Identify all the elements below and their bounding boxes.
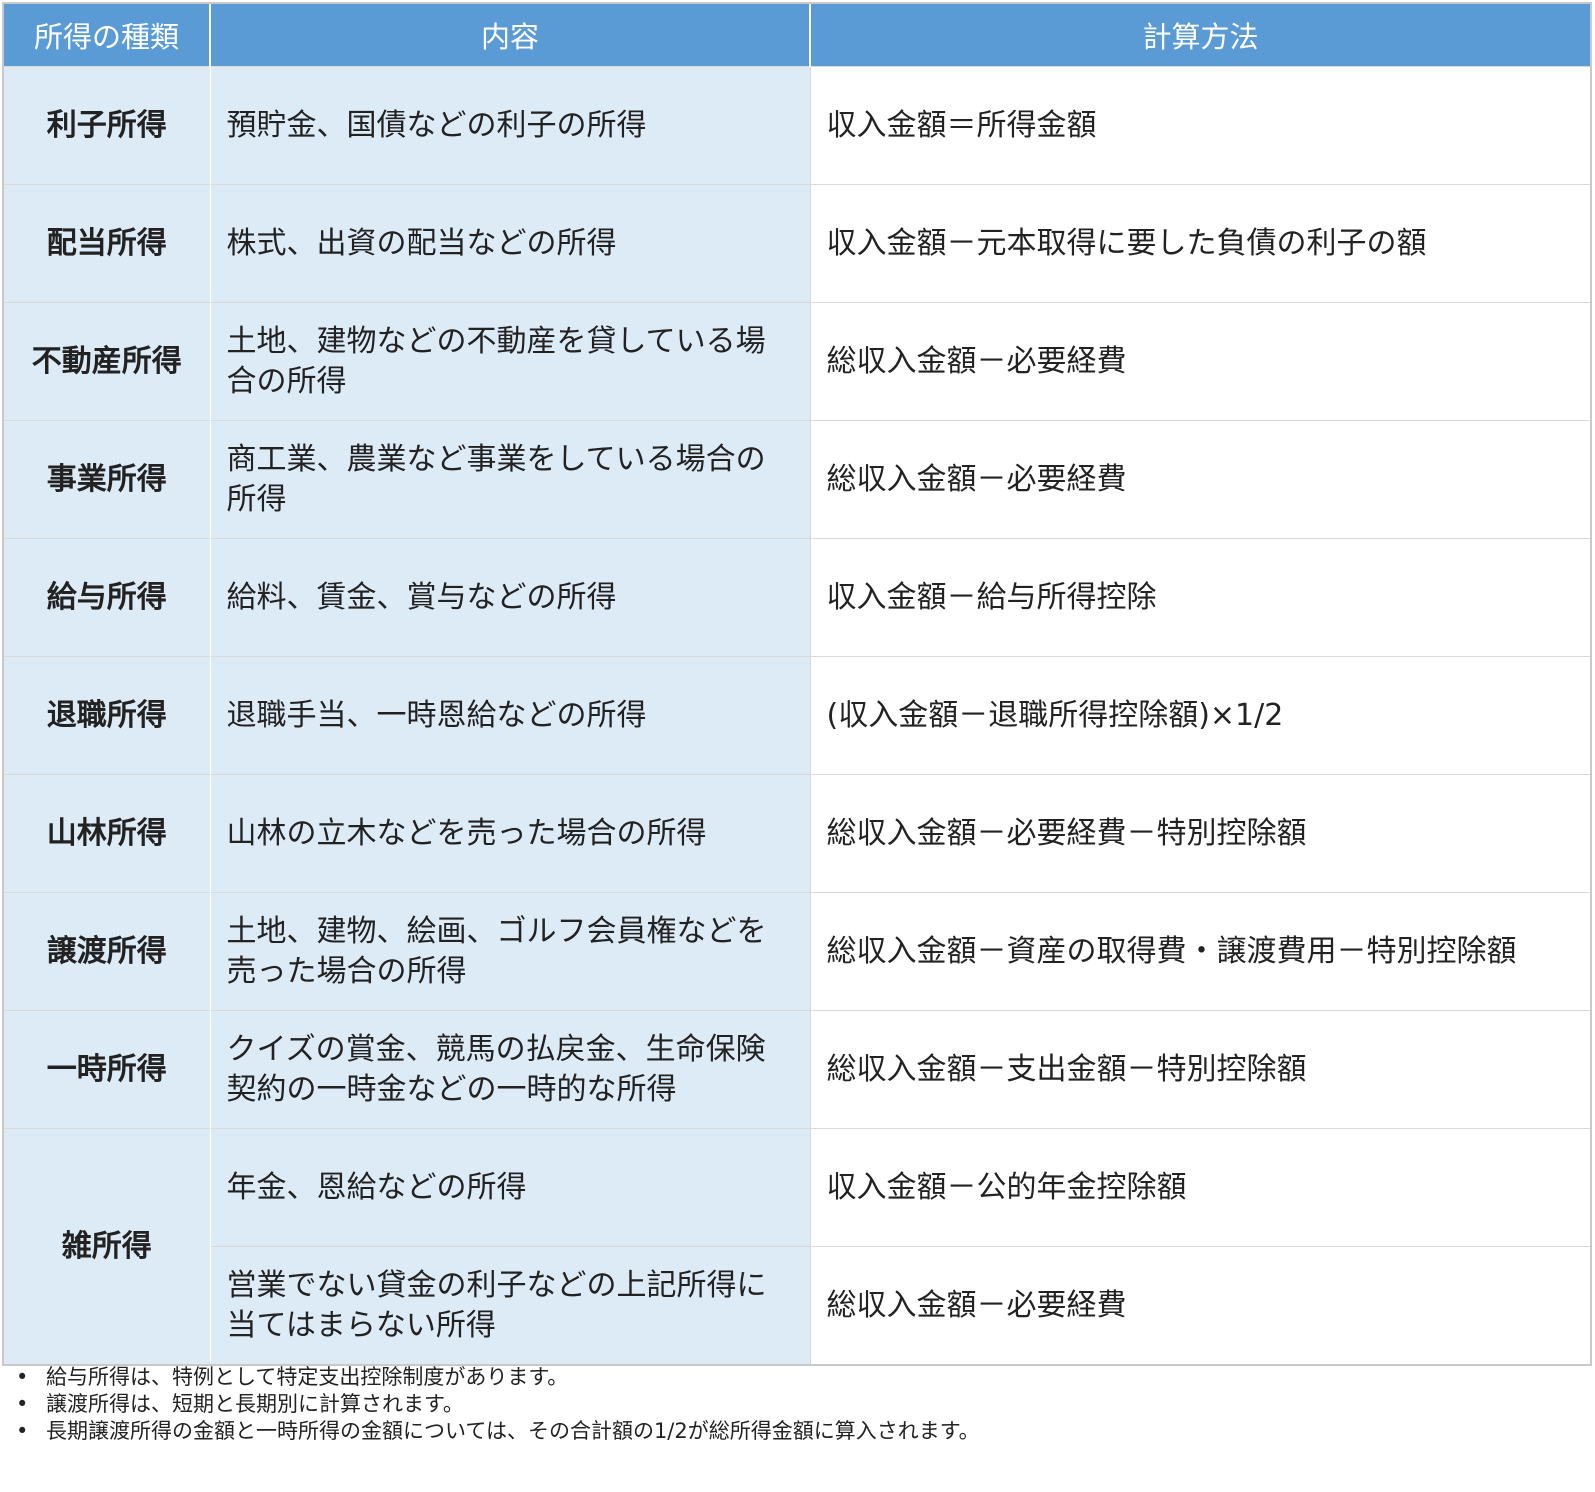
method-cell: 総収入金額－必要経費－特別控除額 bbox=[810, 774, 1590, 893]
income-type-cell: 給与所得 bbox=[4, 538, 211, 657]
income-type-cell: 山林所得 bbox=[4, 774, 211, 893]
note-text: 給与所得は、特例として特定支出控除制度があります。 bbox=[46, 1365, 569, 1389]
income-type-cell: 譲渡所得 bbox=[4, 892, 211, 1011]
content-cell: 営業でない貸金の利子などの上記所得に当てはまらない所得 bbox=[210, 1246, 811, 1364]
income-type-cell: 雑所得 bbox=[4, 1128, 211, 1364]
method-cell: 総収入金額－必要経費 bbox=[810, 420, 1590, 539]
content-cell: 株式、出資の配当などの所得 bbox=[210, 184, 811, 303]
method-cell: (収入金額－退職所得控除額)×1/2 bbox=[810, 656, 1590, 775]
note-text: 長期譲渡所得の金額と一時所得の金額については、その合計額の1/2が総所得金額に算… bbox=[46, 1419, 980, 1443]
method-cell: 収入金額＝所得金額 bbox=[810, 66, 1590, 185]
content-cell: 退職手当、一時恩給などの所得 bbox=[210, 656, 811, 775]
content-cell: 土地、建物、絵画、ゴルフ会員権などを売った場合の所得 bbox=[210, 892, 811, 1011]
note-text: 譲渡所得は、短期と長期別に計算されます。 bbox=[46, 1392, 464, 1416]
header-income-type: 所得の種類 bbox=[4, 4, 211, 67]
method-cell: 収入金額－元本取得に要した負債の利子の額 bbox=[810, 184, 1590, 303]
table-header-row: 所得の種類 内容 計算方法 bbox=[4, 4, 1590, 67]
income-type-cell: 配当所得 bbox=[4, 184, 211, 303]
note-item: • 譲渡所得は、短期と長期別に計算されます。 bbox=[12, 1391, 980, 1418]
table-row: 譲渡所得 土地、建物、絵画、ゴルフ会員権などを売った場合の所得 総収入金額－資産… bbox=[4, 892, 1590, 1011]
header-calculation-method: 計算方法 bbox=[810, 4, 1590, 67]
table-row: 退職所得 退職手当、一時恩給などの所得 (収入金額－退職所得控除額)×1/2 bbox=[4, 656, 1590, 775]
header-content: 内容 bbox=[210, 4, 811, 67]
income-type-cell: 不動産所得 bbox=[4, 302, 211, 421]
method-cell: 総収入金額－必要経費 bbox=[810, 1246, 1590, 1364]
method-cell: 収入金額－公的年金控除額 bbox=[810, 1128, 1590, 1247]
content-cell: クイズの賞金、競馬の払戻金、生命保険契約の一時金などの一時的な所得 bbox=[210, 1010, 811, 1129]
content-cell: 山林の立木などを売った場合の所得 bbox=[210, 774, 811, 893]
table-row: 一時所得 クイズの賞金、競馬の払戻金、生命保険契約の一時金などの一時的な所得 総… bbox=[4, 1010, 1590, 1129]
table-row: 山林所得 山林の立木などを売った場合の所得 総収入金額－必要経費－特別控除額 bbox=[4, 774, 1590, 893]
method-cell: 総収入金額－資産の取得費・譲渡費用－特別控除額 bbox=[810, 892, 1590, 1011]
table-row: 給与所得 給料、賃金、賞与などの所得 収入金額－給与所得控除 bbox=[4, 538, 1590, 657]
content-cell: 預貯金、国債などの利子の所得 bbox=[210, 66, 811, 185]
income-types-table-container: 所得の種類 内容 計算方法 利子所得 預貯金、国債などの利子の所得 収入金額＝所… bbox=[2, 2, 1592, 1366]
bullet-icon: • bbox=[16, 1419, 29, 1443]
bullet-icon: • bbox=[16, 1392, 29, 1416]
method-cell: 収入金額－給与所得控除 bbox=[810, 538, 1590, 657]
content-cell: 年金、恩給などの所得 bbox=[210, 1128, 811, 1247]
table-row: 配当所得 株式、出資の配当などの所得 収入金額－元本取得に要した負債の利子の額 bbox=[4, 184, 1590, 303]
table-row: 不動産所得 土地、建物などの不動産を貸している場合の所得 総収入金額－必要経費 bbox=[4, 302, 1590, 421]
table-row: 雑所得 年金、恩給などの所得 収入金額－公的年金控除額 bbox=[4, 1128, 1590, 1364]
income-type-cell: 退職所得 bbox=[4, 656, 211, 775]
content-cell: 給料、賃金、賞与などの所得 bbox=[210, 538, 811, 657]
content-cell: 商工業、農業など事業をしている場合の所得 bbox=[210, 420, 811, 539]
method-cell: 総収入金額－必要経費 bbox=[810, 302, 1590, 421]
note-item: • 給与所得は、特例として特定支出控除制度があります。 bbox=[12, 1364, 980, 1391]
table-row: 事業所得 商工業、農業など事業をしている場合の所得 総収入金額－必要経費 bbox=[4, 420, 1590, 539]
table-row: 利子所得 預貯金、国債などの利子の所得 収入金額＝所得金額 bbox=[4, 66, 1590, 185]
income-types-table: 所得の種類 内容 計算方法 利子所得 預貯金、国債などの利子の所得 収入金額＝所… bbox=[4, 4, 1590, 1364]
income-type-cell: 一時所得 bbox=[4, 1010, 211, 1129]
income-type-cell: 利子所得 bbox=[4, 66, 211, 185]
notes-list: • 給与所得は、特例として特定支出控除制度があります。 • 譲渡所得は、短期と長… bbox=[12, 1364, 980, 1445]
table-row: 営業でない貸金の利子などの上記所得に当てはまらない所得 総収入金額－必要経費 bbox=[4, 1246, 1590, 1364]
method-cell: 総収入金額－支出金額－特別控除額 bbox=[810, 1010, 1590, 1129]
income-type-cell: 事業所得 bbox=[4, 420, 211, 539]
content-cell: 土地、建物などの不動産を貸している場合の所得 bbox=[210, 302, 811, 421]
note-item: • 長期譲渡所得の金額と一時所得の金額については、その合計額の1/2が総所得金額… bbox=[12, 1418, 980, 1445]
bullet-icon: • bbox=[16, 1365, 29, 1389]
